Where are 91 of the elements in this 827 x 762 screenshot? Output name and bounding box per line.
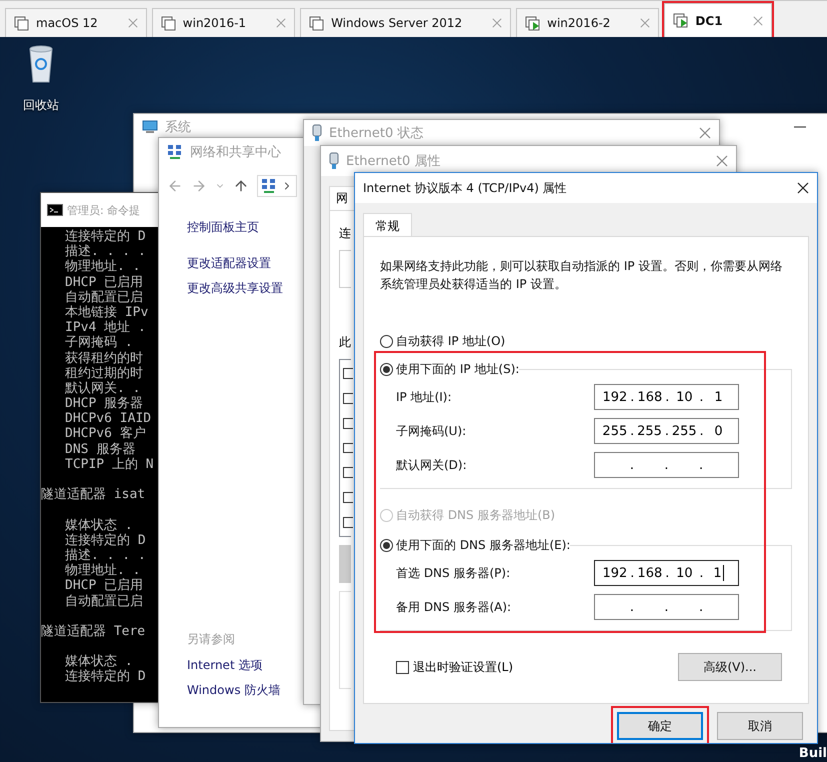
console-line: 连接特定的 D	[64, 669, 146, 685]
field-label: IP 地址(I):	[396, 388, 452, 406]
field-label: 子网掩码(U):	[396, 422, 466, 440]
sidebar-link[interactable]: Windows 防火墙	[187, 683, 280, 697]
ethernet-icon	[312, 124, 322, 142]
window-title: 网络和共享中心	[190, 144, 281, 161]
console-line: 隧道适配器 isat	[41, 487, 146, 502]
field-label: 首选 DNS 服务器(P):	[396, 564, 510, 582]
sidebar-link[interactable]: 控制面板主页	[187, 220, 259, 234]
radio-button[interactable]	[380, 335, 393, 348]
up-icon[interactable]	[233, 178, 249, 194]
ip-address-field[interactable]: 192 . 168 . 10 . 1	[594, 560, 739, 586]
back-icon[interactable]	[167, 178, 183, 194]
console-line: 物理地址. .	[64, 563, 140, 578]
vm-icon	[160, 16, 177, 30]
radio-label: 使用下面的 IP 地址(S):	[396, 361, 520, 378]
radio-button[interactable]	[380, 363, 393, 376]
field-label: 默认网关(D):	[396, 456, 467, 474]
console-line: 获得租约的时	[64, 350, 143, 366]
window-title: 管理员: 命令提	[67, 202, 140, 218]
console-line: DHCPv6 IAID	[64, 411, 152, 426]
validate-checkbox[interactable]: 退出时验证设置(L)	[380, 658, 514, 676]
network-icon	[167, 144, 183, 160]
sidebar-link[interactable]: 更改高级共享设置	[187, 281, 283, 295]
ethernet-icon	[329, 152, 339, 170]
radio-label: 使用下面的 DNS 服务器地址(E):	[396, 537, 570, 554]
running-vm-icon	[525, 16, 542, 30]
advanced-button[interactable]: 高级(V)...	[678, 653, 782, 681]
console-line: 本地链接 IPv	[64, 304, 148, 320]
item-list[interactable]	[339, 359, 351, 537]
window-title: 系统	[165, 119, 191, 136]
description-text: 如果网络支持此功能，则可以获取自动指派的 IP 设置。否则，你需要从网络系统管理员处获得适当的 IP 设置。	[380, 258, 784, 293]
forward-icon[interactable]	[191, 178, 207, 194]
monitor-icon	[142, 120, 158, 134]
field-label: 备用 DNS 服务器(A):	[396, 598, 512, 616]
radio-label: 自动获得 IP 地址(O)	[396, 333, 506, 350]
console-line: 描述. . . .	[64, 244, 146, 260]
console-line: 媒体状态 .	[64, 518, 133, 533]
running-vm-icon	[673, 13, 690, 28]
console-line: DHCP 已启用	[64, 274, 144, 290]
window-title: Ethernet0 状态	[329, 125, 424, 142]
window-title: Ethernet0 属性	[346, 153, 440, 170]
vm-icon	[14, 16, 30, 30]
desktop-watermark-text: Buil	[798, 746, 827, 761]
ip-address-field[interactable]: 255 . 255 . 255 . 0	[594, 418, 739, 444]
dialog-title: Internet 协议版本 4 (TCP/IPv4) 属性	[363, 180, 567, 196]
console-line: 默认网关. .	[64, 380, 140, 396]
sidebar-heading: 另请参阅	[187, 631, 235, 648]
close-icon[interactable]	[797, 182, 809, 194]
console-line: TCPIP 上的 N	[64, 456, 154, 472]
console-line: 隧道适配器 Tere	[41, 624, 146, 640]
field-label: 连	[339, 225, 351, 242]
console-line: 子网掩码 .	[64, 335, 133, 350]
tab[interactable]: 常规	[363, 213, 412, 237]
console-line: 租约过期的时	[64, 366, 143, 381]
console-line: 连接特定的 D	[64, 532, 146, 548]
recycle-bin-icon[interactable]	[28, 45, 54, 83]
ip-address-field[interactable]: . . .	[594, 452, 739, 478]
desktop-icon-label: 回收站	[23, 97, 59, 114]
console-line: DNS 服务器	[64, 442, 136, 457]
console-line: DHCP 已启用	[64, 578, 144, 594]
terminal-icon	[47, 204, 63, 216]
minimize-icon[interactable]	[794, 124, 806, 130]
network-icon	[261, 178, 277, 194]
dialog-button[interactable]: 取消	[717, 712, 803, 740]
console-line: 自动配置已启	[64, 594, 143, 609]
vm-tab[interactable]: win2016-2	[516, 8, 660, 37]
vm-tab[interactable]: win2016-1	[152, 8, 296, 37]
console-line: 媒体状态 .	[64, 654, 133, 670]
text-caret	[722, 565, 724, 581]
console-line: IPv4 地址 .	[64, 320, 146, 336]
console-line: 自动配置已启	[64, 290, 143, 305]
console-line: DHCPv6 客户	[64, 426, 146, 442]
vm-tab[interactable]: DC1	[664, 3, 772, 37]
vm-icon	[309, 16, 326, 30]
console-line: 物理地址. .	[64, 259, 140, 275]
ip-address-field[interactable]: . . .	[594, 594, 739, 620]
address-bar[interactable]	[257, 175, 297, 197]
radio-button[interactable]	[380, 539, 393, 552]
vm-tab[interactable]: Windows Server 2012	[300, 8, 512, 37]
sidebar-link[interactable]: Internet 选项	[187, 658, 262, 672]
console-line: 连接特定的 D	[64, 229, 146, 244]
sidebar-link[interactable]: 更改适配器设置	[187, 256, 271, 270]
ip-address-field[interactable]: 192 . 168 . 10 . 1	[594, 384, 739, 410]
radio-label: 自动获得 DNS 服务器地址(B)	[396, 507, 556, 524]
console-line: 描述. . . .	[64, 548, 146, 563]
dialog-button[interactable]: 确定	[617, 712, 703, 740]
tab[interactable]: 网	[329, 186, 355, 210]
vm-tab[interactable]: macOS 12	[5, 8, 147, 37]
console-line: DHCP 服务器	[64, 396, 144, 412]
field-label: 此	[339, 334, 351, 351]
